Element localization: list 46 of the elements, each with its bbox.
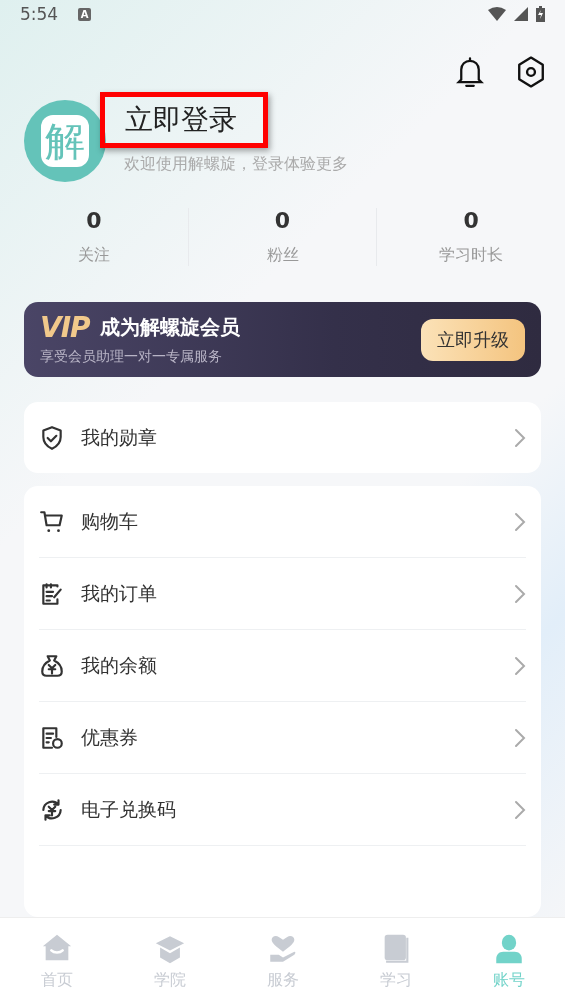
menu-item[interactable]: 我的余额 (39, 630, 526, 702)
coupon-icon (39, 724, 65, 751)
notification-icon: A (78, 7, 92, 21)
menu-label: 我的勋章 (81, 424, 158, 450)
chevron-right-icon (514, 799, 526, 820)
status-time: 5:54 (20, 4, 59, 25)
stat-value: 0 (274, 207, 291, 233)
menu-item[interactable]: 电子兑换码 (39, 774, 526, 846)
settings-icon[interactable] (515, 54, 547, 89)
battery-icon (536, 6, 545, 23)
chevron-right-icon (514, 427, 526, 448)
upgrade-button[interactable]: 立即升级 (421, 318, 525, 361)
wifi-icon (488, 7, 506, 22)
chevron-right-icon (514, 655, 526, 676)
menu-label: 我的订单 (81, 580, 158, 606)
menu-item[interactable]: 我的订单 (39, 558, 526, 630)
vip-title: 成为解螺旋会员 (99, 314, 240, 341)
stat-label: 关注 (77, 244, 110, 266)
menu-item[interactable]: 购物车 (39, 486, 526, 558)
money-bag-icon (39, 652, 65, 679)
menu-label: 电子兑换码 (81, 796, 177, 822)
cart-icon (39, 508, 65, 535)
stat-value: 0 (86, 207, 102, 233)
vip-banner[interactable]: VIP 成为解螺旋会员 享受会员助理一对一专属服务 立即升级 (24, 301, 541, 378)
menu-label: 购物车 (81, 508, 139, 534)
vip-subtitle: 享受会员助理一对一专属服务 (40, 347, 223, 366)
currency-exchange-icon (39, 796, 65, 823)
signal-icon (514, 7, 528, 22)
notification-bell-icon[interactable] (455, 54, 485, 89)
welcome-text: 欢迎使用解螺旋，登录体验更多 (124, 154, 348, 176)
vip-logo: VIP (40, 313, 90, 342)
chevron-right-icon (514, 583, 526, 604)
menu-label: 优惠券 (81, 724, 139, 750)
menu-label: 我的余额 (81, 652, 158, 678)
badge-card[interactable]: 我的勋章 (24, 402, 541, 474)
chevron-right-icon (514, 727, 526, 748)
login-link[interactable]: 立即登录 (125, 103, 237, 137)
logo-character: 解 (41, 114, 89, 167)
shield-check-icon (39, 424, 65, 451)
chevron-right-icon (514, 511, 526, 532)
edit-list-icon (39, 580, 65, 607)
nav-label: 账号 (492, 969, 525, 991)
stat-label: 学习时长 (439, 244, 504, 266)
menu-item[interactable]: 优惠券 (39, 702, 526, 774)
stat-value: 0 (463, 207, 479, 233)
stat-label: 粉丝 (266, 244, 299, 266)
